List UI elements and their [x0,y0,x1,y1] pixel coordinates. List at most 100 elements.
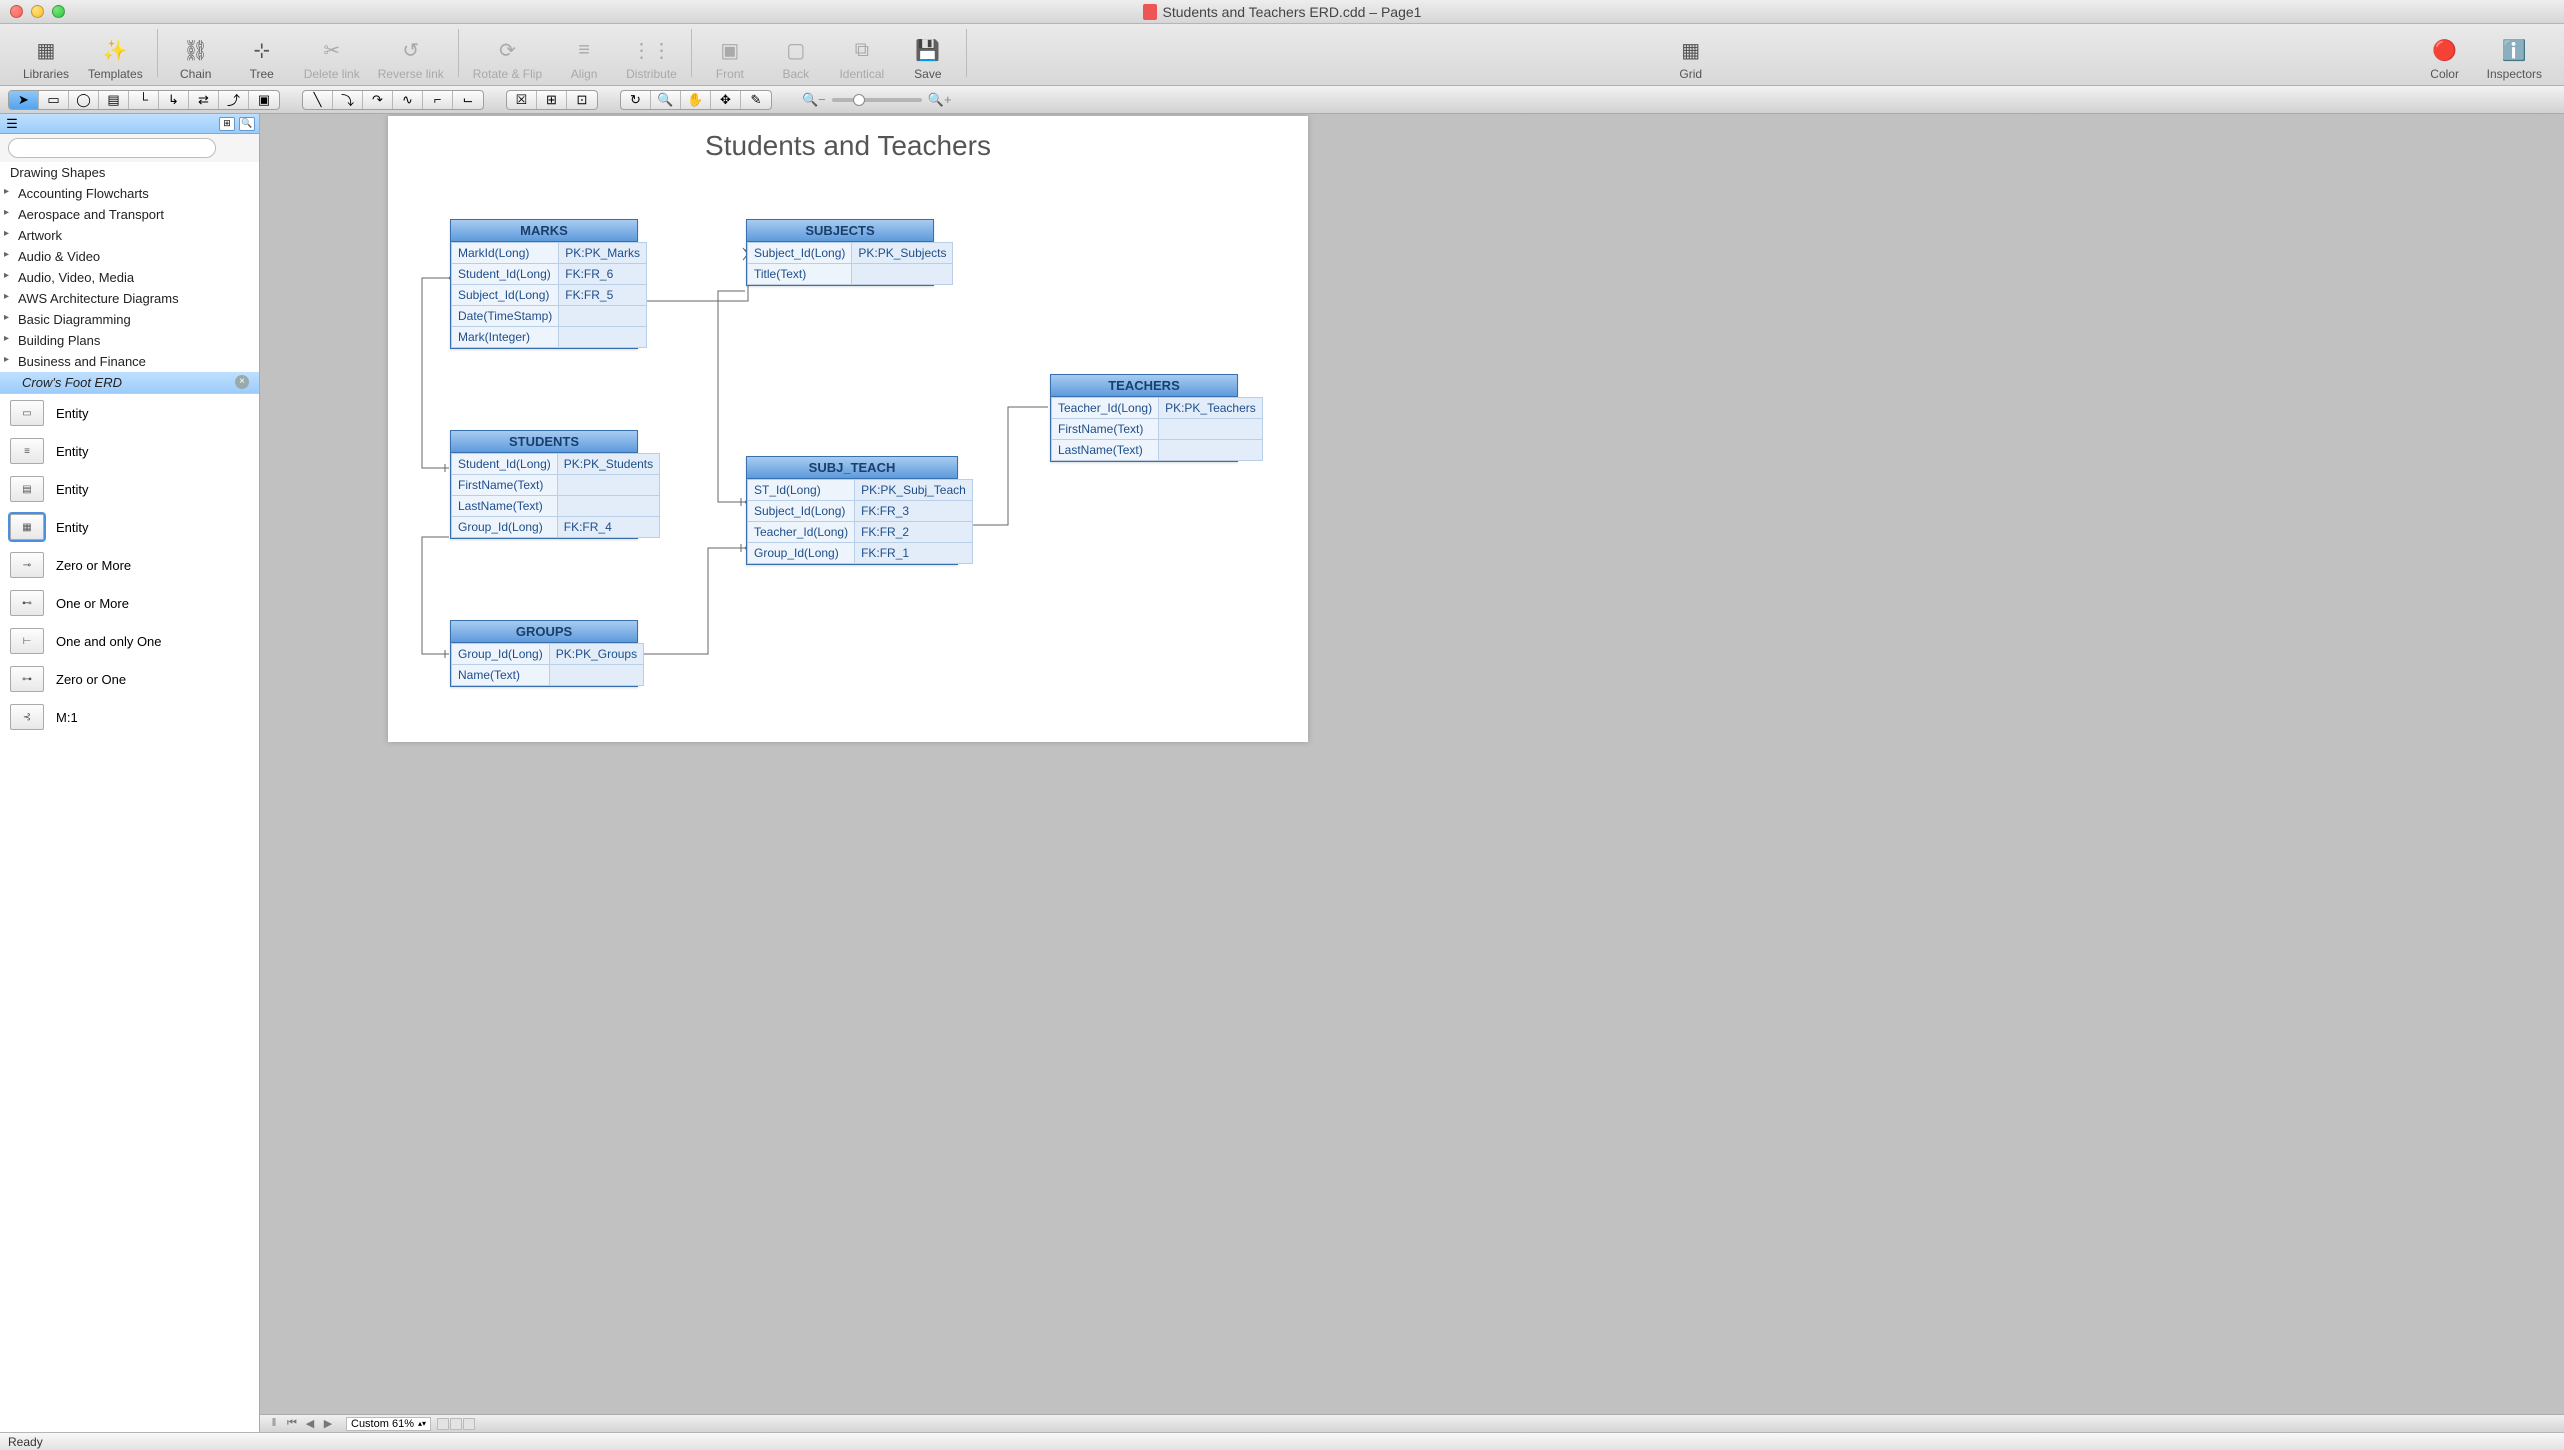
category-item[interactable]: Basic Diagramming [0,309,259,330]
category-item[interactable]: Business and Finance [0,351,259,372]
category-item[interactable]: AWS Architecture Diagrams [0,288,259,309]
line-tool-2[interactable]: ⤵ [333,91,363,109]
shape-item[interactable]: ▦ Entity [0,508,259,546]
front-button[interactable]: ▣Front [706,35,754,81]
shape-item[interactable]: ⊢ One and only One [0,622,259,660]
color-button[interactable]: 🔴Color [2421,35,2469,81]
tools-toolbar: ➤ ▭ ◯ ▤ └ ↳ ⇄ ⤴ ▣ ╲ ⤵ ↷ ∿ ⌐ ⌙ ☒ ⊞ ⊡ ↻ 🔍 … [0,86,2564,114]
entity-groups[interactable]: GROUPS Group_Id(Long)PK:PK_GroupsName(Te… [450,620,638,687]
shape-item[interactable]: ▤ Entity [0,470,259,508]
page-next-icon[interactable]: ▶ [320,1417,336,1430]
chevron-updown-icon: ▴▾ [418,1419,426,1428]
crop-tool[interactable]: ✥ [711,91,741,109]
pointer-tool[interactable]: ➤ [9,91,39,109]
category-item[interactable]: Aerospace and Transport [0,204,259,225]
reverse-link-button[interactable]: ↺Reverse link [378,35,444,81]
entity-subjects[interactable]: SUBJECTS Subject_Id(Long)PK:PK_SubjectsT… [746,219,934,286]
line-tools: ╲ ⤵ ↷ ∿ ⌐ ⌙ [302,90,484,110]
connector-tool-2[interactable]: ↳ [159,91,189,109]
back-button[interactable]: ▢Back [772,35,820,81]
page[interactable]: Students and Teachers MARKS [388,116,1308,742]
zoom-out-icon[interactable]: 🔍− [802,92,826,108]
align-button[interactable]: ≡Align [560,35,608,81]
close-category-icon[interactable]: × [235,375,249,389]
line-tool-1[interactable]: ╲ [303,91,333,109]
connector-tool-3[interactable]: ⇄ [189,91,219,109]
entity-fields: Subject_Id(Long)PK:PK_SubjectsTitle(Text… [747,242,953,285]
shape-item[interactable]: ▭ Entity [0,394,259,432]
view-mode-2[interactable] [450,1418,462,1430]
chain-button[interactable]: ⛓Chain [172,35,220,81]
grid-button[interactable]: ▦Grid [1667,35,1715,81]
entity-subj_teach[interactable]: SUBJ_TEACH ST_Id(Long)PK:PK_Subj_TeachSu… [746,456,958,565]
zoom-in-icon[interactable]: 🔍+ [928,92,952,108]
align-icon: ≡ [569,35,599,65]
shape-item[interactable]: ⊷ One or More [0,584,259,622]
ellipse-tool[interactable]: ◯ [69,91,99,109]
category-item[interactable]: Artwork [0,225,259,246]
window-title-text: Students and Teachers ERD.cdd – Page1 [1163,4,1422,20]
inspectors-button[interactable]: ℹ️Inspectors [2487,35,2542,81]
line-tool-4[interactable]: ∿ [393,91,423,109]
snap-tool-3[interactable]: ⊡ [567,91,597,109]
page-prev-icon[interactable]: ◀ [302,1417,318,1430]
library-search-input[interactable] [8,138,216,158]
page-first-icon[interactable]: ⏮ [284,1417,300,1430]
eyedropper-tool[interactable]: ✎ [741,91,771,109]
templates-button[interactable]: ✨ Templates [88,35,143,81]
rotate-flip-button[interactable]: ⟳Rotate & Flip [473,35,542,81]
shape-item[interactable]: ⊸ Zero or More [0,546,259,584]
grid-view-icon[interactable]: ⊞ [219,117,235,131]
snap-tool-2[interactable]: ⊞ [537,91,567,109]
connector-tool-5[interactable]: ▣ [249,91,279,109]
entity-marks[interactable]: MARKS MarkId(Long)PK:PK_MarksStudent_Id(… [450,219,638,349]
zoom-thumb[interactable] [853,94,865,106]
shape-list: ▭ Entity≡ Entity▤ Entity▦ Entity⊸ Zero o… [0,393,259,1432]
page-pause-icon[interactable]: ‖ [266,1417,282,1430]
identical-button[interactable]: ⧉Identical [838,35,886,81]
save-icon: 💾 [913,35,943,65]
text-tool[interactable]: ▤ [99,91,129,109]
zoom-window-button[interactable] [52,5,65,18]
category-item[interactable]: Accounting Flowcharts [0,183,259,204]
category-selected[interactable]: Crow's Foot ERD × [0,372,259,393]
delete-link-button[interactable]: ✂Delete link [304,35,360,81]
save-button[interactable]: 💾Save [904,35,952,81]
entity-fields: Teacher_Id(Long)PK:PK_TeachersFirstName(… [1051,397,1263,461]
close-window-button[interactable] [10,5,23,18]
view-mode-3[interactable] [463,1418,475,1430]
templates-icon: ✨ [100,35,130,65]
canvas-area[interactable]: Students and Teachers MARKS [260,114,2564,1432]
shape-item[interactable]: ⊶ Zero or One [0,660,259,698]
zoom-track[interactable] [832,98,922,102]
identical-icon: ⧉ [847,35,877,65]
minimize-window-button[interactable] [31,5,44,18]
connector-tool-1[interactable]: └ [129,91,159,109]
line-tool-3[interactable]: ↷ [363,91,393,109]
pan-tool[interactable]: ✋ [681,91,711,109]
shape-thumb-icon: ⊷ [10,590,44,616]
tree-button[interactable]: ⊹Tree [238,35,286,81]
connector-tool-4[interactable]: ⤴ [219,91,249,109]
zoom-tool[interactable]: 🔍 [651,91,681,109]
entity-students[interactable]: STUDENTS Student_Id(Long)PK:PK_StudentsF… [450,430,638,539]
distribute-button[interactable]: ⋮⋮Distribute [626,35,677,81]
rect-tool[interactable]: ▭ [39,91,69,109]
reverse-link-icon: ↺ [396,35,426,65]
window-title: Students and Teachers ERD.cdd – Page1 [0,4,2564,20]
refresh-tool[interactable]: ↻ [621,91,651,109]
view-mode-1[interactable] [437,1418,449,1430]
sidebar-toggle-icon[interactable]: ☰ [0,116,24,132]
search-icon[interactable]: 🔍 [239,117,255,131]
libraries-button[interactable]: ▦ Libraries [22,35,70,81]
entity-teachers[interactable]: TEACHERS Teacher_Id(Long)PK:PK_TeachersF… [1050,374,1238,462]
snap-tool-1[interactable]: ☒ [507,91,537,109]
category-item[interactable]: Audio & Video [0,246,259,267]
shape-item[interactable]: ⊰ M:1 [0,698,259,736]
shape-item[interactable]: ≡ Entity [0,432,259,470]
line-tool-5[interactable]: ⌐ [423,91,453,109]
zoom-select[interactable]: Custom 61% ▴▾ [346,1417,431,1431]
category-item[interactable]: Audio, Video, Media [0,267,259,288]
category-item[interactable]: Building Plans [0,330,259,351]
line-tool-6[interactable]: ⌙ [453,91,483,109]
